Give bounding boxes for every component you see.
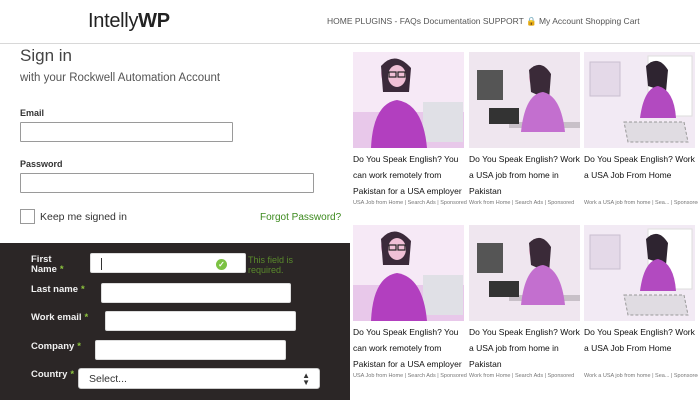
signin-subtitle: with your Rockwell Automation Account: [20, 72, 221, 84]
forgot-password-link[interactable]: Forgot Password?: [260, 212, 341, 223]
text-cursor: [101, 258, 102, 270]
ad-title[interactable]: Do You Speak English? Work a USA job fro…: [469, 324, 580, 372]
ad-tile[interactable]: Do You Speak English? Work a USA job fro…: [469, 52, 580, 217]
password-label: Password: [20, 159, 63, 169]
country-label-text: Country: [31, 369, 68, 380]
required-mark: *: [70, 369, 75, 380]
ad-photo: [584, 225, 695, 321]
first-name-input[interactable]: ✓: [90, 253, 246, 273]
company-label-text: Company: [31, 341, 75, 352]
ad-meta: Work from Home | Search Ads | Sponsored: [469, 373, 575, 379]
green-check-icon: ✓: [216, 259, 227, 270]
ad-title[interactable]: Do You Speak English? You can work remot…: [353, 324, 464, 372]
sort-arrows-icon: ▲ ▼: [302, 371, 310, 387]
site-header: IntellyWP HOME PLUGINS - FAQs Documentat…: [0, 0, 700, 44]
last-name-label: Last name *: [31, 285, 85, 295]
ad-image[interactable]: [353, 225, 464, 321]
work-email-label-text: Work email: [31, 312, 82, 323]
work-email-label: Work email *: [31, 313, 88, 323]
country-select[interactable]: Select... ▲ ▼: [78, 368, 320, 389]
ad-meta: USA Job from Home | Search Ads | Sponsor…: [353, 200, 467, 206]
ad-photo: [469, 52, 580, 148]
work-email-input[interactable]: [105, 311, 296, 331]
ad-meta: Work from Home | Search Ads | Sponsored: [469, 200, 575, 206]
ad-title[interactable]: Do You Speak English? You can work remot…: [353, 151, 464, 199]
ad-tile[interactable]: Do You Speak English? You can work remot…: [353, 52, 467, 217]
country-selected-value: Select...: [89, 373, 127, 385]
company-input[interactable]: [95, 340, 286, 360]
ad-tile[interactable]: Do You Speak English? Work a USA Job Fro…: [584, 52, 698, 217]
country-label: Country *: [31, 370, 74, 380]
password-input[interactable]: [20, 173, 314, 193]
required-mark: *: [84, 312, 89, 323]
email-input[interactable]: [20, 122, 233, 142]
ad-photo: [353, 52, 464, 148]
ad-title[interactable]: Do You Speak English? Work a USA Job Fro…: [584, 324, 695, 356]
ad-photo: [353, 225, 464, 321]
required-mark: *: [77, 341, 81, 352]
signin-title: Sign in: [20, 46, 72, 65]
first-name-label-text: First Name: [31, 254, 57, 275]
last-name-input[interactable]: [101, 283, 291, 303]
first-name-label: First Name *: [31, 255, 81, 275]
ad-title[interactable]: Do You Speak English? Work a USA Job Fro…: [584, 151, 695, 183]
ad-photo: [584, 52, 695, 148]
error-message: This field is required.: [248, 255, 294, 275]
email-label: Email: [20, 108, 45, 118]
ad-photo: [469, 225, 580, 321]
ad-meta: USA Job from Home | Search Ads | Sponsor…: [353, 373, 467, 379]
ad-image[interactable]: [353, 52, 464, 148]
keep-signed-in-label: Keep me signed in: [40, 211, 127, 223]
ad-image[interactable]: [584, 52, 695, 148]
company-label: Company *: [31, 342, 81, 352]
ad-image[interactable]: [469, 225, 580, 321]
last-name-label-text: Last name: [31, 284, 78, 295]
ad-meta: Work a USA job from home | Sea... | Spon…: [584, 200, 698, 206]
required-mark: *: [59, 264, 64, 275]
logo[interactable]: IntellyWP: [88, 10, 170, 33]
ad-tile[interactable]: Do You Speak English? Work a USA job fro…: [469, 225, 580, 390]
ad-title[interactable]: Do You Speak English? Work a USA job fro…: [469, 151, 580, 199]
required-mark: *: [81, 284, 85, 295]
ad-meta: Work a USA job from home | Sea... | Spon…: [584, 373, 698, 379]
ad-image[interactable]: [469, 52, 580, 148]
ad-tile[interactable]: Do You Speak English? Work a USA Job Fro…: [584, 225, 698, 390]
ad-image[interactable]: [584, 225, 695, 321]
ad-tile[interactable]: Do You Speak English? You can work remot…: [353, 225, 467, 390]
logo-text: Intelly: [88, 10, 139, 32]
keep-signed-in-checkbox[interactable]: [20, 209, 35, 224]
main-nav[interactable]: HOME PLUGINS - FAQs Documentation SUPPOR…: [327, 16, 640, 27]
logo-bold: WP: [138, 10, 170, 32]
